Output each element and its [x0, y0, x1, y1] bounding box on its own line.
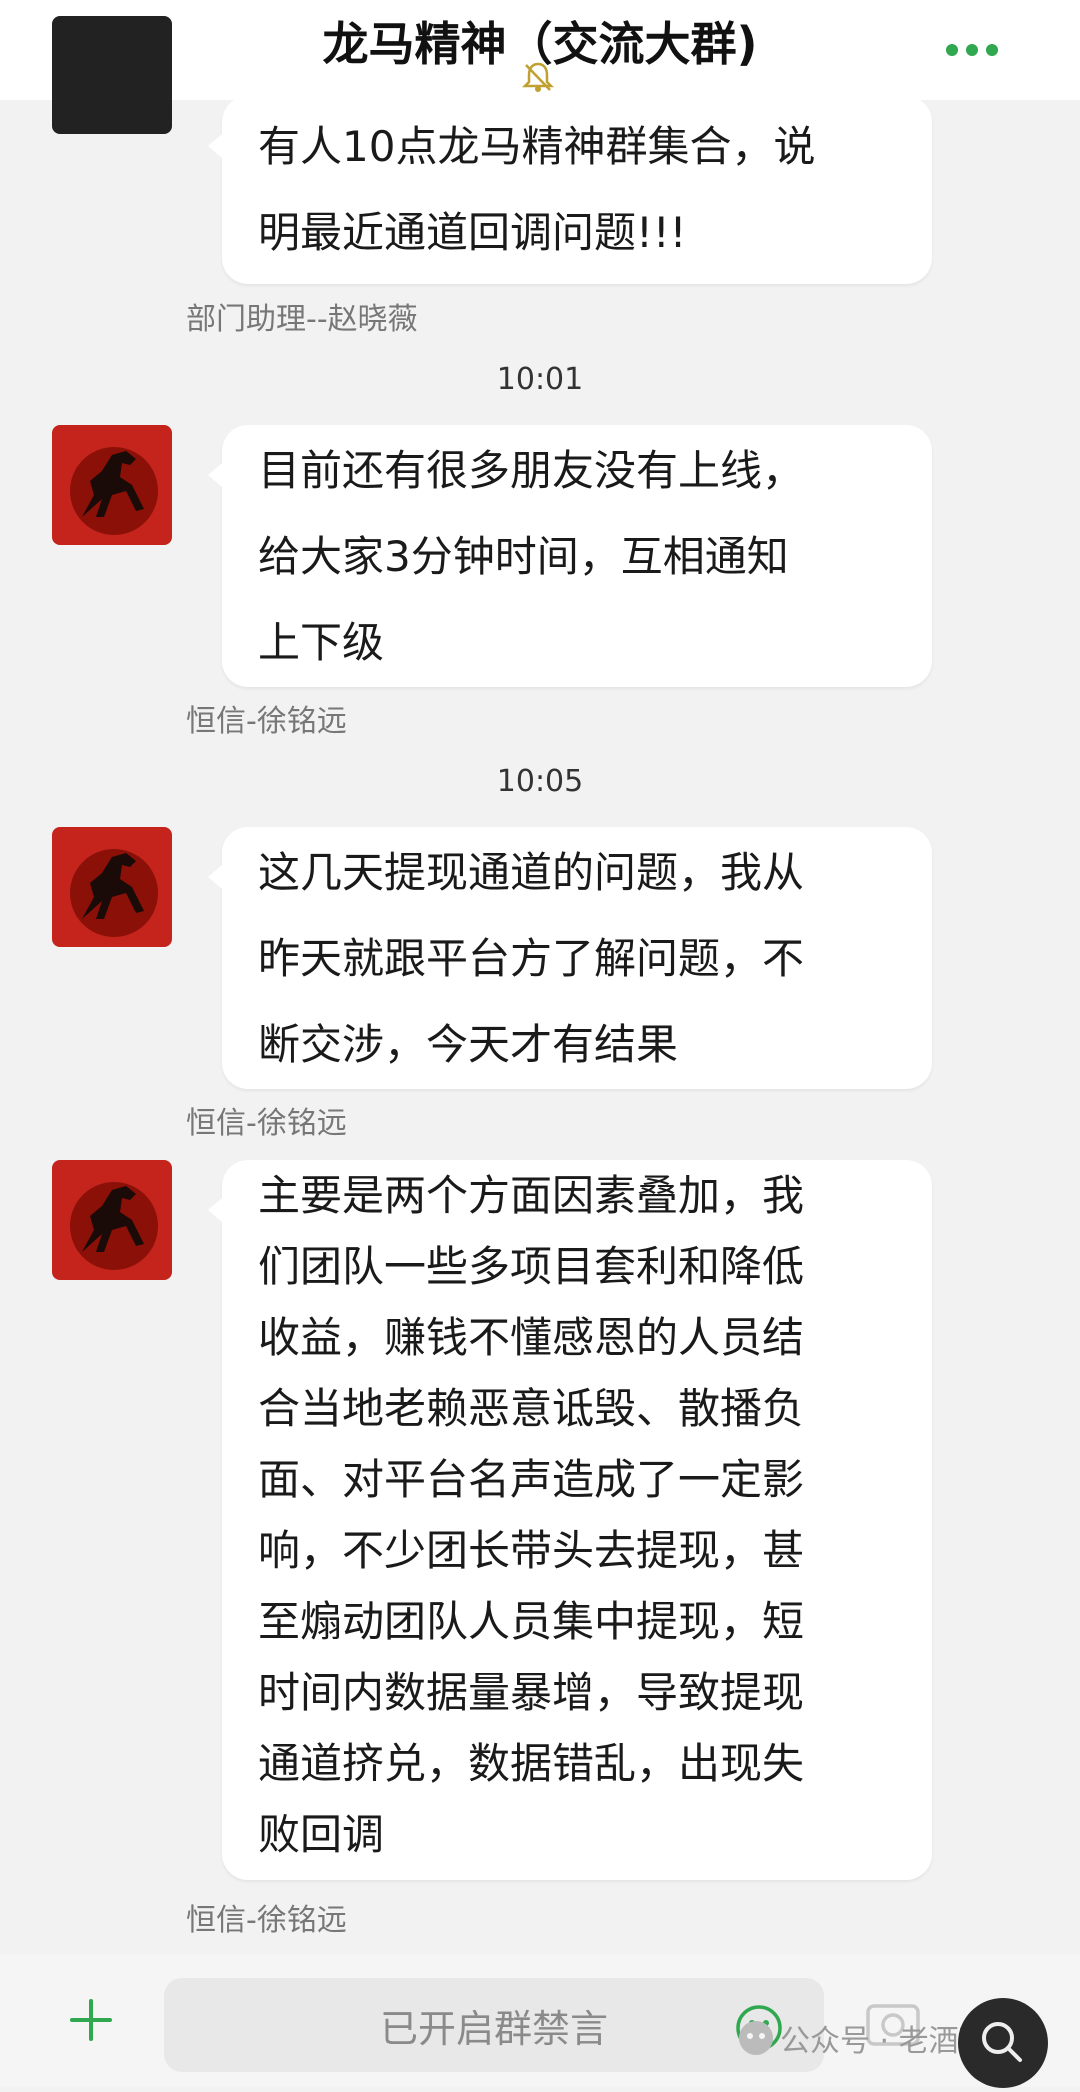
horse-avatar-icon: [52, 425, 172, 545]
sender-name: 恒信-徐铭远: [186, 1903, 347, 1938]
message-text: 主要是两个方面因素叠加，我 们团队一些多项目套利和降低 收益，赚钱不懂感恩的人员…: [258, 1171, 805, 1859]
message-bubble: 主要是两个方面因素叠加，我 们团队一些多项目套利和降低 收益，赚钱不懂感恩的人员…: [208, 1160, 932, 1880]
avatar[interactable]: [52, 16, 172, 134]
message-bubble: 目前还有很多朋友没有上线， 给大家3分钟时间，互相通知 上下级: [208, 425, 932, 687]
message-text: 有人10点龙马精神群集合，说 明最近通道回调问题!!!: [258, 122, 816, 257]
message-text: 这几天提现通道的问题，我从 昨天就跟平台方了解问题，不 断交涉，今天才有结果: [258, 848, 805, 1069]
timestamp: 10:05: [496, 764, 584, 799]
horse-avatar-icon: [52, 827, 172, 947]
sender-name: 恒信-徐铭远: [186, 1106, 347, 1141]
message-text: 目前还有很多朋友没有上线， 给大家3分钟时间，互相通知 上下级: [258, 446, 805, 667]
plus-icon[interactable]: [66, 1995, 116, 2045]
more-options-icon[interactable]: [944, 42, 1000, 58]
message-bubble: 有人10点龙马精神群集合，说 明最近通道回调问题!!!: [208, 96, 932, 284]
mute-bell-icon: [521, 62, 555, 92]
avatar[interactable]: [52, 827, 172, 947]
muted-label: 已开启群禁言: [379, 2007, 608, 2051]
sender-name: 恒信-徐铭远: [186, 704, 347, 739]
search-button[interactable]: [958, 1998, 1048, 2088]
search-icon: [982, 2022, 1022, 2062]
timestamp: 10:01: [496, 362, 584, 397]
avatar[interactable]: [52, 425, 172, 545]
sender-name: 部门助理--赵晓薇: [186, 302, 418, 337]
avatar[interactable]: [52, 1160, 172, 1280]
message-input[interactable]: 已开启群禁言: [164, 1978, 824, 2072]
message-bubble: 这几天提现通道的问题，我从 昨天就跟平台方了解问题，不 断交涉，今天才有结果: [208, 827, 932, 1089]
wechat-official-account-icon: [739, 2021, 773, 2055]
horse-avatar-icon: [52, 1160, 172, 1280]
